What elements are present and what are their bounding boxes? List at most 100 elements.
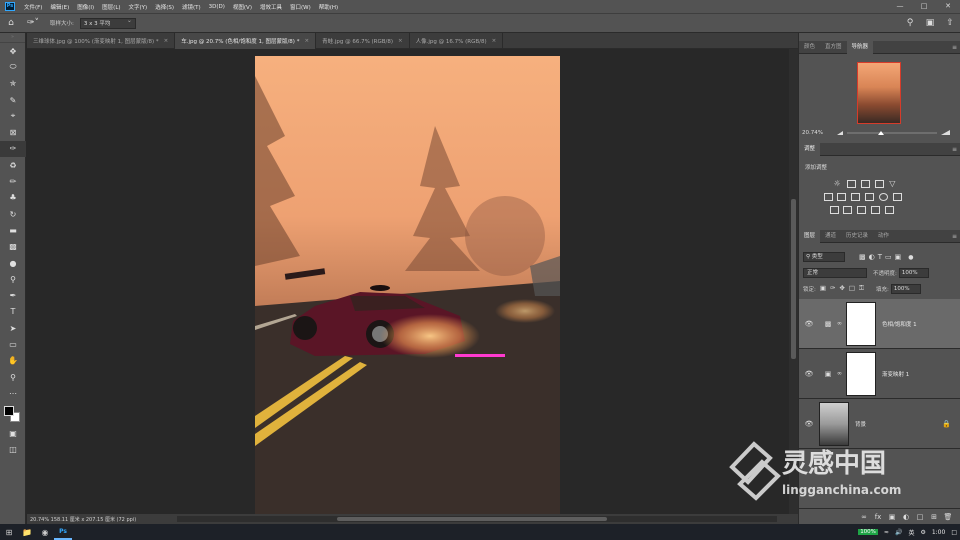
volume-icon[interactable]: 🔊 (895, 529, 902, 536)
navigator-thumbnail[interactable] (857, 62, 901, 124)
menu-filter[interactable]: 滤镜(T) (178, 3, 205, 11)
panel-menu-icon[interactable]: ≡ (952, 233, 957, 240)
layer-name[interactable]: 色相/饱和度 1 (882, 320, 917, 328)
tab-actions[interactable]: 动作 (873, 230, 894, 243)
close-tab-icon[interactable]: × (304, 38, 309, 44)
zoom-tool-icon[interactable]: ⚲ (0, 369, 26, 385)
healing-brush-tool-icon[interactable]: ♻ (0, 157, 26, 173)
notification-icon[interactable]: □ (951, 529, 957, 536)
layer-mask-thumbnail[interactable] (846, 301, 876, 346)
share-icon[interactable]: ⇧ (940, 18, 960, 28)
color-swatches[interactable] (0, 402, 26, 426)
channel-mixer-icon[interactable] (879, 193, 889, 201)
navigator-zoom[interactable]: 20.74% (802, 130, 823, 136)
close-tab-icon[interactable]: × (492, 38, 497, 44)
maximize-icon[interactable]: □ (912, 0, 936, 13)
clone-stamp-tool-icon[interactable]: ♣ (0, 190, 26, 206)
hand-tool-icon[interactable]: ✋ (0, 353, 26, 369)
menu-layer[interactable]: 图层(L) (98, 3, 124, 11)
link-icon[interactable]: ∞ (837, 370, 842, 377)
black-white-icon[interactable] (851, 193, 861, 201)
color-balance-icon[interactable] (837, 193, 847, 201)
type-tool-icon[interactable]: T (0, 304, 26, 320)
threshold-icon[interactable] (857, 206, 867, 214)
windows-start-icon[interactable]: ⊞ (0, 524, 18, 540)
tab-color[interactable]: 颜色 (799, 41, 820, 54)
tab-sphere[interactable]: 三维球体.jpg @ 100% (渐变映射 1, 图层蒙版/8) * × (27, 33, 176, 49)
history-brush-tool-icon[interactable]: ↻ (0, 206, 26, 222)
clock[interactable]: 1:00 (932, 529, 945, 536)
invert-icon[interactable] (829, 206, 839, 214)
tab-adjustments[interactable]: 调整 (799, 142, 821, 156)
photoshop-taskbar-icon[interactable]: Ps (54, 524, 72, 540)
layer-row-hue-saturation[interactable]: 👁 ▩ ∞ 色相/饱和度 1 (799, 299, 960, 349)
lasso-tool-icon[interactable]: ✯ (0, 76, 26, 92)
posterize-icon[interactable] (843, 206, 853, 214)
horizontal-scrollbar[interactable] (177, 516, 777, 522)
screen-mode-icon[interactable]: ◫ (0, 442, 26, 458)
file-explorer-icon[interactable]: 📁 (18, 524, 36, 540)
menu-image[interactable]: 图像(I) (73, 3, 98, 11)
vibrance-icon[interactable]: ▽ (889, 180, 898, 188)
layer-mask-thumbnail[interactable] (846, 351, 876, 396)
eyedropper-tool-icon[interactable]: ✑ (0, 140, 26, 158)
more-tools-icon[interactable]: ⋯ (0, 385, 26, 401)
hue-saturation-icon[interactable] (823, 193, 833, 201)
blend-mode-select[interactable]: 正常 (803, 267, 867, 278)
close-tab-icon[interactable]: × (164, 38, 169, 44)
delete-layer-icon[interactable]: 🗑 (941, 513, 955, 521)
opacity-field[interactable]: 100% (898, 267, 929, 278)
search-icon[interactable]: ⚲ (900, 18, 920, 28)
close-tab-icon[interactable]: × (398, 38, 403, 44)
tab-navigator[interactable]: 导航器 (846, 40, 874, 54)
lock-icon[interactable]: 🔒 (942, 420, 951, 428)
shape-tool-icon[interactable]: ▭ (0, 336, 26, 352)
quick-select-tool-icon[interactable]: ✎ (0, 92, 26, 108)
pen-tool-icon[interactable]: ✒ (0, 287, 26, 303)
layer-name[interactable]: 渐变映射 1 (882, 370, 909, 378)
wifi-icon[interactable]: ≈ (884, 529, 889, 536)
tab-frog[interactable]: 青蛙.jpg @ 66.7% (RGB/8) × (316, 33, 410, 49)
close-icon[interactable]: ✕ (936, 0, 960, 13)
menu-edit[interactable]: 编辑(E) (46, 3, 73, 11)
home-icon[interactable]: ⌂ (0, 13, 22, 33)
menu-plugins[interactable]: 增效工具 (256, 3, 286, 11)
menu-file[interactable]: 文件(F) (20, 3, 46, 11)
eyedropper-preset-icon[interactable]: ✑˅ (22, 13, 44, 33)
curves-icon[interactable] (861, 180, 871, 188)
tab-portrait[interactable]: 人像.jpg @ 16.7% (RGB/8) × (410, 33, 504, 49)
visibility-eye-icon[interactable]: 👁 (799, 370, 819, 378)
link-icon[interactable]: ∞ (837, 320, 842, 327)
crop-tool-icon[interactable]: ⌖ (0, 108, 26, 124)
eraser-tool-icon[interactable]: ▬ (0, 222, 26, 238)
levels-icon[interactable] (847, 180, 857, 188)
move-tool-icon[interactable]: ✥ (0, 43, 26, 59)
tab-channels[interactable]: 通道 (820, 230, 841, 243)
layer-name[interactable]: 背景 (855, 420, 866, 428)
layer-filter-icons[interactable]: ▩◐T▭▣ (859, 253, 904, 261)
sample-size-select[interactable]: 3 x 3 平均 (79, 16, 136, 29)
blur-tool-icon[interactable]: ● (0, 255, 26, 271)
panel-menu-icon[interactable]: ≡ (952, 146, 957, 153)
frame-tool-icon[interactable]: ⊠ (0, 124, 26, 140)
scroll-thumb[interactable] (337, 517, 607, 521)
path-select-tool-icon[interactable]: ➤ (0, 320, 26, 336)
menu-view[interactable]: 视图(V) (229, 3, 256, 11)
menu-3d[interactable]: 3D(D) (205, 4, 229, 10)
selective-color-icon[interactable] (885, 206, 895, 214)
navigator-zoom-slider[interactable] (837, 129, 955, 137)
scroll-thumb[interactable] (791, 199, 796, 359)
photo-filter-icon[interactable] (865, 193, 875, 201)
menu-help[interactable]: 帮助(H) (315, 3, 342, 11)
canvas-workspace[interactable] (27, 49, 789, 514)
menu-type[interactable]: 文字(Y) (125, 3, 152, 11)
foreground-color-swatch[interactable] (4, 405, 14, 416)
filter-toggle-icon[interactable]: ● (908, 254, 913, 261)
brush-tool-icon[interactable]: ✏ (0, 173, 26, 189)
layer-row-gradient-map[interactable]: 👁 ▣ ∞ 渐变映射 1 (799, 349, 960, 399)
brightness-contrast-icon[interactable]: ☼ (834, 180, 843, 188)
marquee-tool-icon[interactable]: ⬭ (0, 59, 26, 75)
color-lookup-icon[interactable] (893, 193, 903, 201)
menu-window[interactable]: 窗口(W) (286, 3, 315, 11)
battery-indicator[interactable]: 100% (858, 529, 878, 535)
